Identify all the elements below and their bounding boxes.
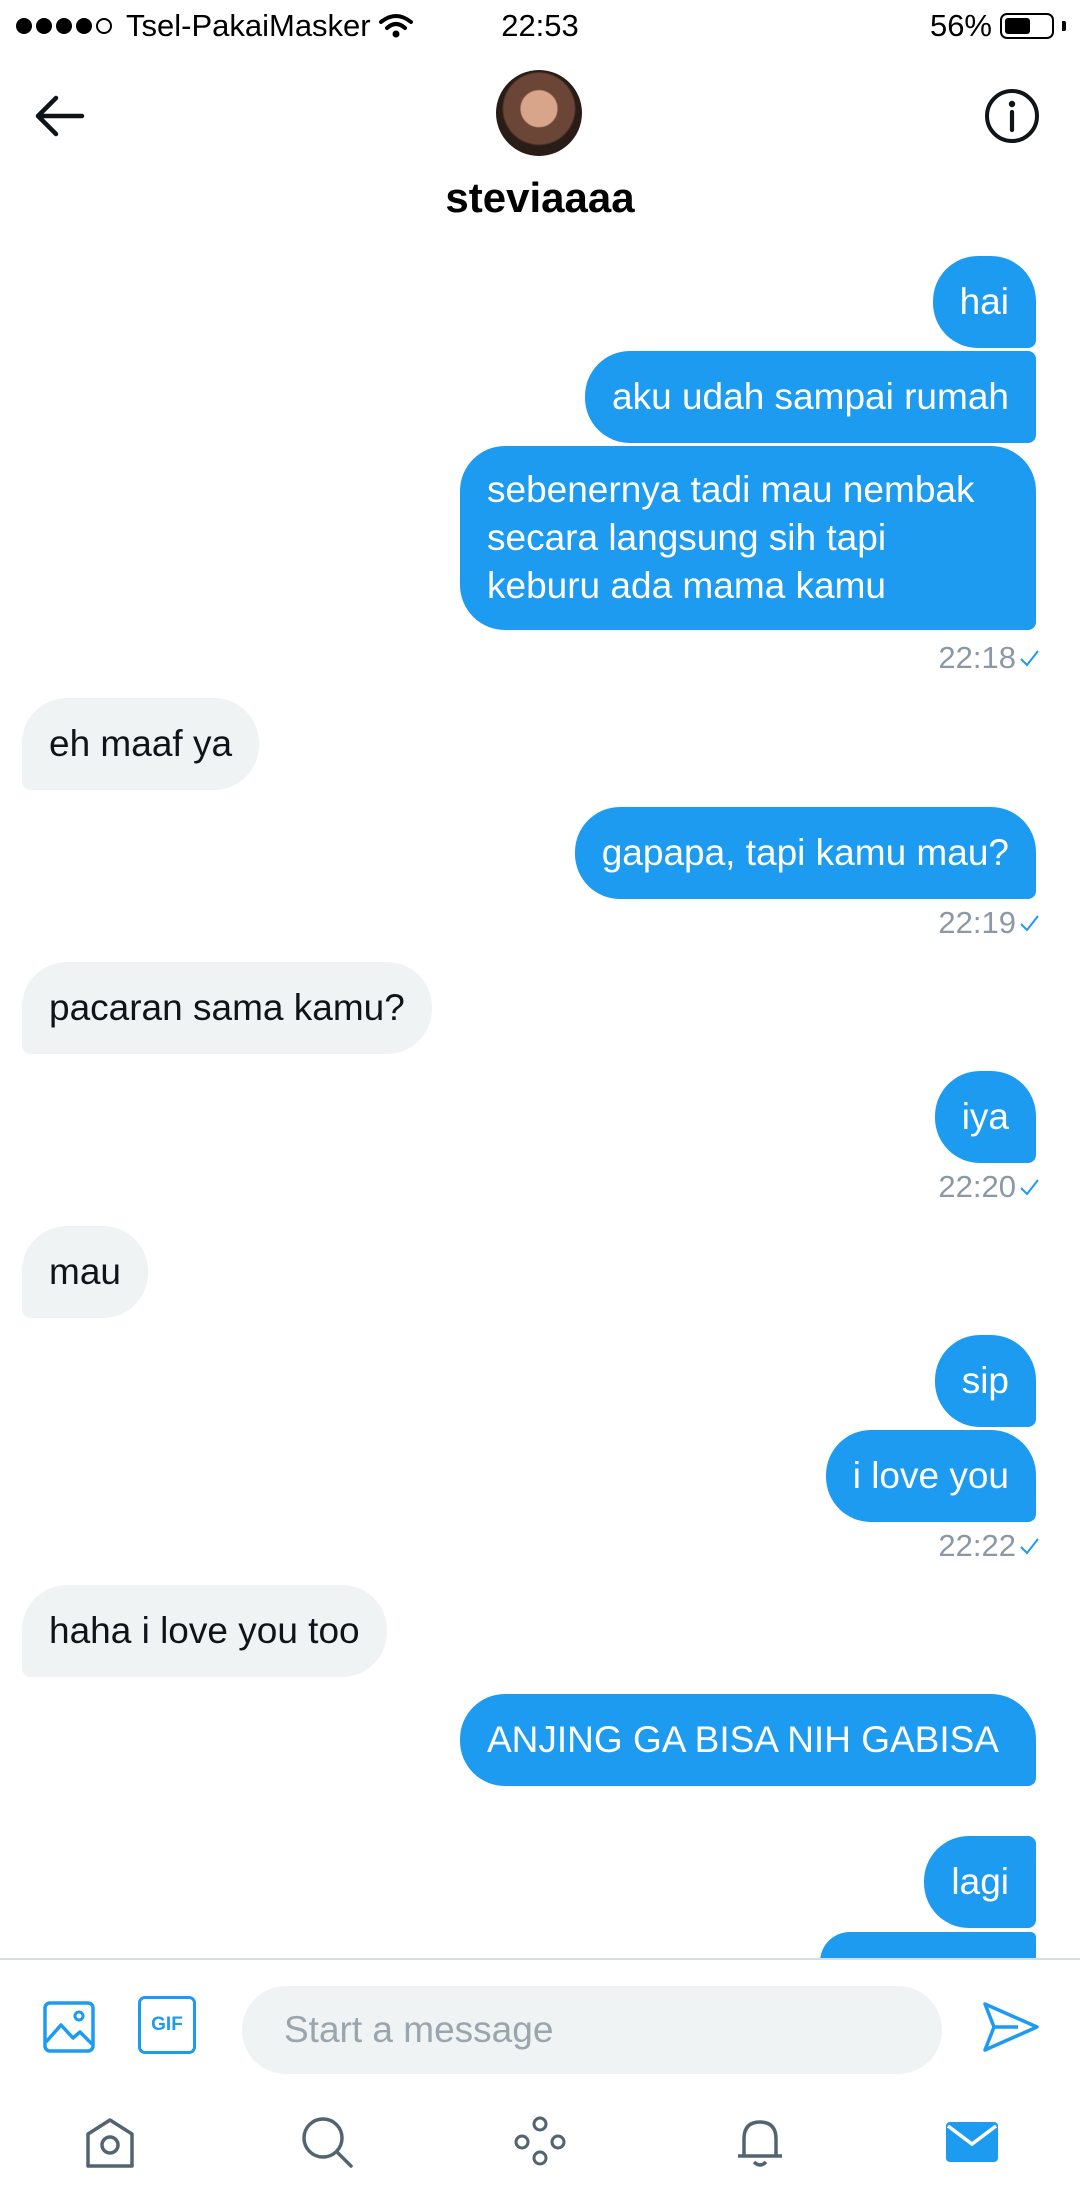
message-list: hai aku udah sampai rumah sebenernya tad… xyxy=(0,250,1080,1958)
message-bubble-outgoing[interactable]: hai xyxy=(932,256,1036,348)
send-icon[interactable] xyxy=(980,1996,1042,2058)
sent-check-icon xyxy=(1020,915,1039,932)
sent-check-icon xyxy=(1020,650,1039,667)
message-bubble-outgoing[interactable]: aku udah sampai rumah xyxy=(585,351,1036,443)
search-icon[interactable] xyxy=(297,2112,357,2172)
info-icon[interactable] xyxy=(982,86,1042,146)
notifications-icon[interactable] xyxy=(730,2112,790,2172)
message-bubble-outgoing[interactable]: gapapa, tapi kamu mau? xyxy=(574,807,1036,899)
messages-icon[interactable] xyxy=(942,2112,1002,2172)
message-bubble-incoming[interactable]: pacaran sama kamu? xyxy=(22,962,432,1054)
message-composer: GIF xyxy=(0,1958,1080,2096)
conversation-header: steviaaaa xyxy=(0,56,1080,230)
spaces-icon[interactable] xyxy=(510,2112,570,2172)
message-timestamp: 22:22 xyxy=(938,1528,1040,1564)
battery-icon xyxy=(1000,13,1054,39)
sent-check-icon xyxy=(1020,1538,1039,1555)
message-input[interactable] xyxy=(242,1986,942,2074)
battery-status: 56% xyxy=(930,8,1066,44)
message-bubble-incoming[interactable]: mau xyxy=(22,1226,148,1318)
avatar[interactable] xyxy=(496,70,582,156)
battery-percent: 56% xyxy=(929,8,992,43)
sent-check-icon xyxy=(1020,1179,1039,1196)
message-bubble-outgoing[interactable] xyxy=(820,1932,1036,1958)
conversation-title[interactable]: steviaaaa xyxy=(0,174,1080,222)
status-time: 22:53 xyxy=(501,8,579,43)
message-bubble-outgoing[interactable]: iya xyxy=(934,1071,1036,1163)
gif-icon[interactable]: GIF xyxy=(138,1996,196,2054)
message-bubble-outgoing[interactable]: sip xyxy=(934,1335,1036,1427)
image-icon[interactable] xyxy=(40,1998,98,2056)
message-bubble-incoming[interactable]: haha i love you too xyxy=(22,1585,387,1677)
message-bubble-outgoing[interactable]: i love you xyxy=(825,1430,1036,1522)
message-bubble-outgoing[interactable]: ANJING GA BISA NIH GABISA xyxy=(460,1694,1036,1786)
message-bubble-incoming[interactable]: eh maaf ya xyxy=(22,698,260,790)
home-icon[interactable] xyxy=(80,2112,140,2172)
message-timestamp: 22:18 xyxy=(938,640,1040,676)
arrow-left-icon[interactable] xyxy=(30,86,90,146)
message-timestamp: 22:20 xyxy=(938,1169,1040,1205)
status-bar: Tsel-PakaiMasker 22:53 56% xyxy=(0,0,1080,56)
message-timestamp: 22:19 xyxy=(938,905,1040,941)
bottom-tab-bar xyxy=(0,2094,1080,2195)
message-bubble-outgoing[interactable]: sebenernya tadi mau nembak secara langsu… xyxy=(460,446,1036,630)
message-bubble-outgoing[interactable]: lagi xyxy=(924,1836,1036,1928)
